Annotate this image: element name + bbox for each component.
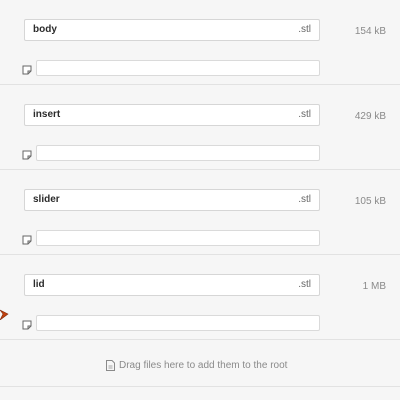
file-name: slider xyxy=(33,194,60,205)
drag-cursor-icon xyxy=(0,309,9,320)
file-size: 105 kB xyxy=(354,196,386,207)
file-extension: .stl xyxy=(298,279,311,290)
file-note-input[interactable] xyxy=(36,145,320,161)
drop-zone[interactable]: Drag files here to add them to the root xyxy=(0,346,400,387)
file-extension: .stl xyxy=(298,194,311,205)
file-name: lid xyxy=(33,279,45,290)
file-row: insert .stl 429 kB xyxy=(0,85,400,170)
file-name-field[interactable]: body .stl xyxy=(24,19,320,41)
note-icon xyxy=(22,65,32,75)
drop-zone-text: Drag files here to add them to the root xyxy=(119,360,288,371)
file-extension: .stl xyxy=(298,24,311,35)
file-row: body .stl 154 kB xyxy=(0,0,400,85)
note-icon xyxy=(22,320,32,330)
file-size: 154 kB xyxy=(354,26,386,37)
file-icon xyxy=(106,360,115,371)
file-list: body .stl 154 kB insert .stl 429 kB slid… xyxy=(0,0,400,340)
note-icon xyxy=(22,150,32,160)
file-note-input[interactable] xyxy=(36,230,320,246)
file-note-input[interactable] xyxy=(36,60,320,76)
file-name: insert xyxy=(33,109,61,120)
file-note-input[interactable] xyxy=(36,315,320,331)
file-name: body xyxy=(33,24,57,35)
file-extension: .stl xyxy=(298,109,311,120)
file-name-field[interactable]: slider .stl xyxy=(24,189,320,211)
file-size: 429 kB xyxy=(354,111,386,122)
file-row: slider .stl 105 kB xyxy=(0,170,400,255)
file-name-field[interactable]: insert .stl xyxy=(24,104,320,126)
file-size: 1 MB xyxy=(362,281,386,292)
file-name-field[interactable]: lid .stl xyxy=(24,274,320,296)
note-icon xyxy=(22,235,32,245)
file-row: lid .stl 1 MB xyxy=(0,255,400,340)
